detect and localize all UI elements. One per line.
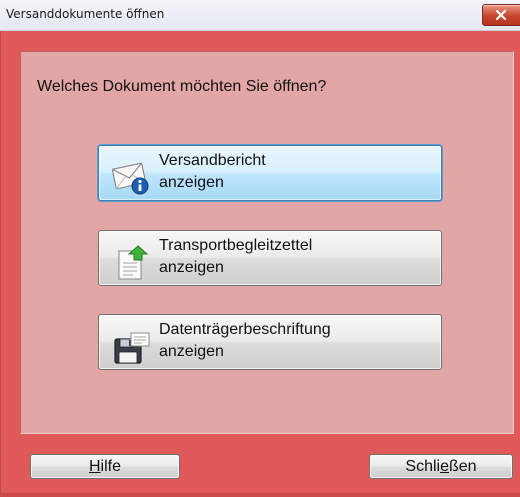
help-button[interactable]: Hilfe	[30, 454, 180, 479]
close-label-start: Schli	[405, 457, 441, 475]
help-mnemonic: H	[88, 457, 101, 475]
close-button[interactable]: Schli e ßen	[369, 454, 513, 479]
envelope-info-icon	[111, 162, 149, 195]
close-label-end: ßen	[449, 457, 477, 475]
close-mnemonic: e	[440, 457, 449, 475]
document-arrow-icon	[118, 245, 149, 280]
transportbegleitzettel-button[interactable]: Transportbegleitzettel anzeigen	[98, 230, 442, 286]
transportbegleitzettel-sublabel: anzeigen	[159, 259, 224, 276]
versandbericht-button[interactable]: Versandbericht anzeigen	[98, 145, 442, 201]
datentraegerbeschriftung-sublabel: anzeigen	[159, 343, 224, 360]
versandbericht-label: Versandbericht	[159, 152, 266, 169]
datentraegerbeschriftung-label: Datenträgerbeschriftung	[159, 321, 331, 338]
window-close-button[interactable]	[482, 4, 520, 26]
help-label-rest: ilfe	[100, 457, 121, 475]
datentraegerbeschriftung-button[interactable]: Datenträgerbeschriftung anzeigen	[98, 314, 442, 370]
floppy-label-icon	[114, 332, 150, 364]
question-label: Welches Dokument möchten Sie öffnen?	[37, 78, 327, 95]
transportbegleitzettel-label: Transportbegleitzettel	[159, 237, 313, 254]
dialog-window: Versanddokumente öffnen Welches Dokument…	[0, 0, 520, 497]
frame-bottom-edge	[0, 493, 520, 497]
frame-edge	[0, 31, 1, 497]
window-title: Versanddokumente öffnen	[6, 7, 165, 21]
title-bar[interactable]: Versanddokumente öffnen	[0, 0, 520, 31]
versandbericht-sublabel: anzeigen	[159, 174, 224, 191]
close-icon	[495, 9, 507, 21]
